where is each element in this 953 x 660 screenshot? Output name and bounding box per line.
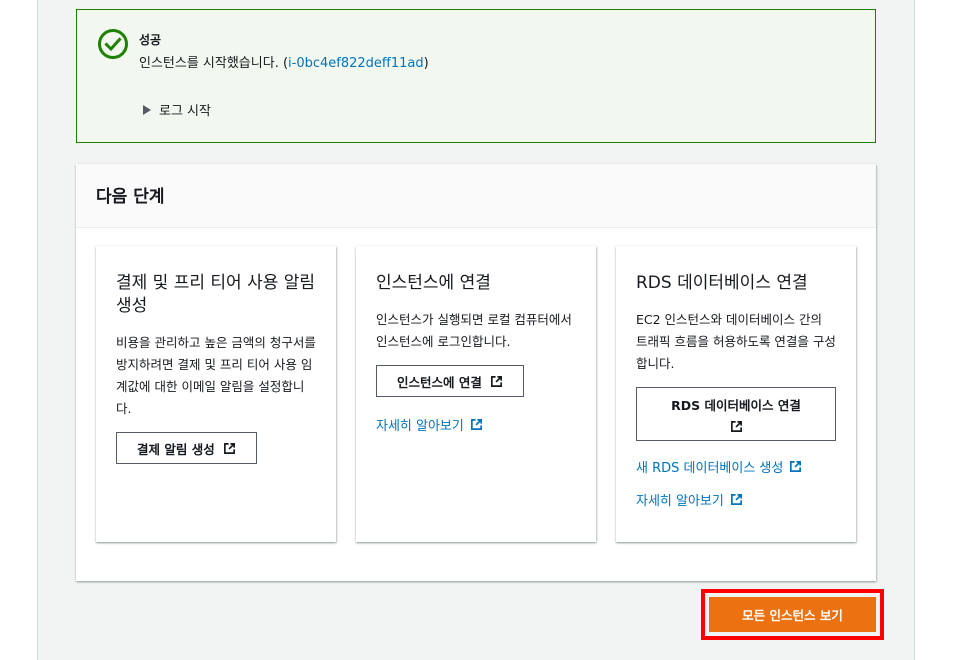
connect-instance-card: 인스턴스에 연결 인스턴스가 실행되면 로컬 컴퓨터에서 인스턴스에 로그인합니… [356,246,596,542]
view-all-instances-button[interactable]: 모든 인스턴스 보기 [709,597,876,632]
create-rds-link[interactable]: 새 RDS 데이터베이스 생성 [636,457,802,476]
success-check-icon [98,29,128,59]
connect-instance-button[interactable]: 인스턴스에 연결 [376,365,524,397]
external-link-icon [470,419,482,430]
card-title: 인스턴스에 연결 [376,273,491,293]
external-link-icon [490,375,502,387]
link-label: 자세히 알아보기 [376,419,464,434]
flash-message-suffix: ) [423,56,429,71]
connect-rds-button[interactable]: RDS 데이터베이스 연결 [636,387,836,441]
flash-message: 인스턴스를 시작했습니다. (i-0bc4ef822deff11ad) [139,52,429,71]
instance-id-link[interactable]: i-0bc4ef822deff11ad [288,56,424,71]
create-billing-alert-button[interactable]: 결제 알림 생성 [116,432,257,464]
link-label: 새 RDS 데이터베이스 생성 [636,461,784,476]
billing-alert-card: 결제 및 프리 티어 사용 알림 생성 비용을 관리하고 높은 금액의 청구서를… [96,246,336,542]
next-steps-panel: 다음 단계 결제 및 프리 티어 사용 알림 생성 비용을 관리하고 높은 금액… [76,164,876,581]
launch-log-label: 로그 시작 [159,104,211,119]
link-label: 자세히 알아보기 [636,494,724,509]
card-description: 인스턴스가 실행되면 로컬 컴퓨터에서 인스턴스에 로그인합니다. [376,312,572,349]
external-link-icon [223,442,235,454]
card-description: EC2 인스턴스와 데이터베이스 간의 트래픽 흐름을 허용하도록 연결을 구성… [636,312,836,371]
flash-title: 성공 [139,33,162,47]
button-label: RDS 데이터베이스 연결 [671,398,801,413]
next-steps-title: 다음 단계 [96,187,165,207]
external-link-icon [790,461,802,472]
learn-more-link[interactable]: 자세히 알아보기 [636,490,743,509]
button-label: 결제 알림 생성 [137,441,215,457]
next-steps-header: 다음 단계 [76,164,876,228]
external-link-icon [730,421,742,432]
button-label: 인스턴스에 연결 [397,374,482,390]
launch-log-toggle[interactable]: 로그 시작 [143,100,211,119]
caret-right-icon [143,104,151,115]
success-flashbar: 성공 인스턴스를 시작했습니다. (i-0bc4ef822deff11ad) 로… [76,9,876,143]
flash-message-prefix: 인스턴스를 시작했습니다. ( [139,56,289,71]
card-title: RDS 데이터베이스 연결 [636,273,808,293]
highlight-box: 모든 인스턴스 보기 [701,589,884,640]
card-description: 비용을 관리하고 높은 금액의 청구서를 방지하려면 결제 및 프리 티어 사용… [116,335,316,416]
external-link-icon [730,494,742,505]
learn-more-link[interactable]: 자세히 알아보기 [376,415,483,434]
card-title: 결제 및 프리 티어 사용 알림 생성 [116,273,316,316]
rds-connect-card: RDS 데이터베이스 연결 EC2 인스턴스와 데이터베이스 간의 트래픽 흐름… [616,246,856,542]
